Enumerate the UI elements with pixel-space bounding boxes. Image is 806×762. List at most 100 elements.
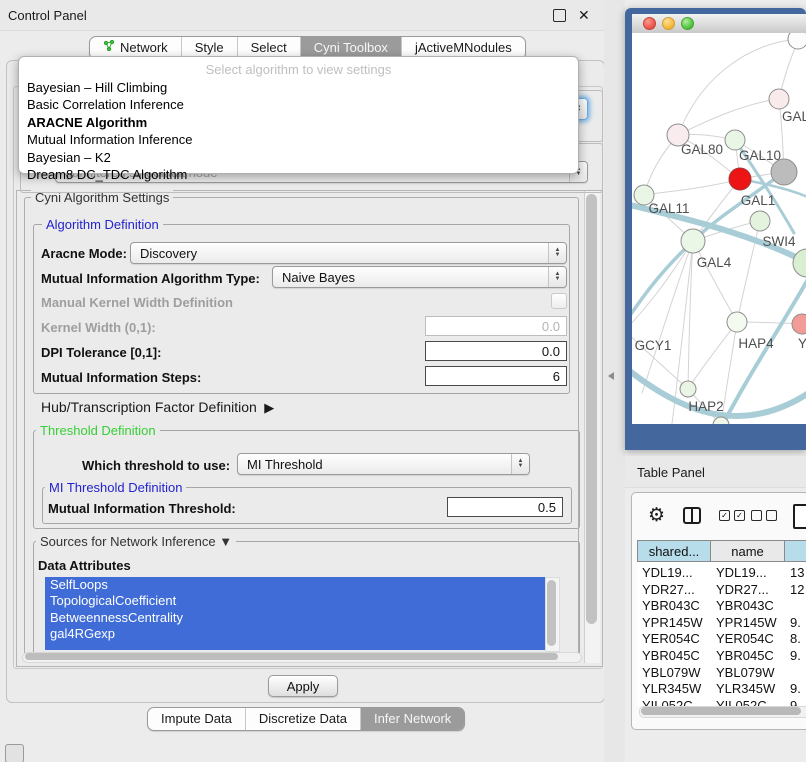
tab-discretize-data[interactable]: Discretize Data [246,708,361,730]
algorithm-dropdown-list: Bayesian – Hill ClimbingBasic Correlatio… [19,77,578,183]
tab-impute-data[interactable]: Impute Data [148,708,246,730]
sources-title-row[interactable]: Sources for Network Inference ▼ [36,534,236,549]
aracne-mode-combo[interactable]: Discovery ▲▼ [130,242,567,264]
network-edge[interactable] [644,179,740,195]
hub-definition-toggle[interactable]: Hub/Transcription Factor Definition ▶ [41,399,274,416]
algorithm-option[interactable]: ARACNE Algorithm [19,114,578,131]
data-attributes-list[interactable]: SelfLoopsTopologicalCoefficientBetweenne… [45,577,545,650]
settings-horizontal-scrollbar-thumb[interactable] [25,653,558,660]
splitter-collapse-icon[interactable] [608,372,614,380]
algorithm-option[interactable]: Basic Correlation Inference [19,96,578,113]
data-attribute-item[interactable]: gal4RGexp [45,626,545,642]
table-row[interactable]: YDL19...YDL19...13 [637,565,806,582]
table-cell: 9. [790,648,806,663]
table-cell: YLR345W [642,681,710,696]
attributes-vscroll-thumb[interactable] [547,580,556,646]
node-gray[interactable] [771,159,797,185]
mi-steps-label: Mutual Information Steps: [41,370,201,385]
table-horizontal-scrollbar-thumb[interactable] [641,707,801,715]
table-row[interactable]: YBL079WYBL079W [637,665,806,682]
new-table-icon[interactable] [793,504,806,529]
node-gcy1-label: GCY1 [635,338,672,353]
node-salmon[interactable] [792,314,806,334]
mi-threshold-title: MI Threshold Definition [45,480,186,495]
combo-spinner-icon: ▲▼ [511,454,529,474]
node-gal80-label: GAL80 [681,142,723,157]
zoom-window-icon[interactable] [681,17,694,30]
data-attribute-item[interactable]: BetweennessCentrality [45,610,545,626]
table-cell: YLR345W [716,681,784,696]
which-threshold-combo[interactable]: MI Threshold ▲▼ [237,453,530,475]
screen: Control Panel ✕ ▲▼ gal-filtered sif defa… [0,0,806,762]
float-panel-icon[interactable] [553,9,566,22]
mi-type-label: Mutual Information Algorithm Type: [41,271,260,286]
data-attribute-item[interactable]: SelfLoops [45,577,545,593]
network-edge[interactable] [688,322,737,389]
table-cell: YIL052C [642,698,710,706]
mi-steps-field[interactable] [425,366,567,386]
network-edge[interactable] [693,241,737,322]
network-edge[interactable] [678,39,798,135]
node-gal2[interactable] [769,89,789,109]
kernel-width-field[interactable] [425,316,567,336]
table-cell: 13 [790,565,806,580]
close-window-icon[interactable] [643,17,656,30]
sources-title: Sources for Network Inference [40,534,216,549]
table-row[interactable]: YBR043CYBR043C [637,598,806,615]
algorithm-option[interactable]: Dream8 DC_TDC Algorithm [19,166,578,183]
settings-vertical-scrollbar-thumb[interactable] [586,194,597,624]
algorithm-option[interactable]: Mutual Information Inference [19,131,578,148]
column-header-name[interactable]: name [711,540,785,562]
dpi-tolerance-label: DPI Tolerance [0,1]: [41,345,161,360]
table-cell: 9. [790,615,806,630]
column-header-shared...[interactable]: shared... [637,540,711,562]
node-gal1[interactable] [729,168,751,190]
node-gal10[interactable] [725,130,745,150]
close-panel-icon[interactable]: ✕ [578,7,590,24]
data-attributes-label: Data Attributes [38,558,131,573]
network-canvas[interactable]: GALGAL80GAL10GAL1GAL11GAL4SWI4HAP4YGCY1H… [632,33,806,424]
node-hap4[interactable] [727,312,747,332]
manual-kernel-checkbox[interactable] [551,293,567,309]
minimize-window-icon[interactable] [662,17,675,30]
table-cell: YDL19... [716,565,784,580]
panel-splitter[interactable] [604,0,625,762]
algorithm-definition-title: Algorithm Definition [42,217,163,232]
table-cell: YDR27... [716,582,784,597]
which-threshold-value: MI Threshold [247,457,323,472]
select-all-checkboxes-icon[interactable]: ✓ ✓ [719,510,745,521]
minimized-panel-icon[interactable] [5,744,24,762]
table-row[interactable]: YDR27...YDR27...12 [637,582,806,599]
table-cell: 8. [790,631,806,646]
table-cell: YPR145W [716,615,784,630]
table-row[interactable]: YLR345WYLR345W9. [637,681,806,698]
node-salmon-label: Y [798,336,806,351]
node-partial-top[interactable] [788,33,806,49]
node-hap2[interactable] [680,381,696,397]
aracne-mode-value: Discovery [140,246,197,261]
algorithm-option[interactable]: Bayesian – Hill Climbing [19,79,578,96]
node-swi4[interactable] [750,211,770,231]
table-cell: YER054C [716,631,784,646]
table-row[interactable]: YPR145WYPR145W9. [637,615,806,632]
deselect-all-checkboxes-icon[interactable] [751,510,777,521]
table-row[interactable]: YIL052CYIL052C9. [637,698,806,706]
algorithm-option[interactable]: Bayesian – K2 [19,149,578,166]
apply-button[interactable]: Apply [268,675,338,697]
mi-threshold-field[interactable] [447,497,563,517]
hub-definition-label: Hub/Transcription Factor Definition [41,399,257,415]
node-big-green[interactable] [793,249,806,277]
table-cell: 9. [790,698,806,706]
data-attribute-item[interactable]: TopologicalCoefficient [45,593,545,609]
node-table: shared...nameAYDL19...YDL19...13YDR27...… [637,540,806,706]
dpi-tolerance-field[interactable] [425,341,567,361]
table-settings-gear-icon[interactable]: ⚙ [648,506,665,525]
mi-type-combo[interactable]: Naive Bayes ▲▼ [272,266,567,288]
column-header-A[interactable]: A [785,540,806,562]
column-layout-icon[interactable] [683,507,701,524]
tab-infer-network[interactable]: Infer Network [361,708,464,730]
network-window-titlebar[interactable] [632,14,806,34]
table-row[interactable]: YER054CYER054C8. [637,631,806,648]
table-row[interactable]: YBR045CYBR045C9. [637,648,806,665]
node-gal4[interactable] [681,229,705,253]
